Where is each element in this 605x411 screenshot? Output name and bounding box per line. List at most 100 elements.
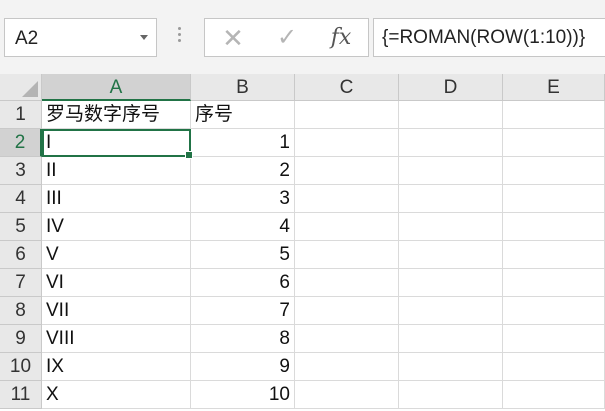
cell-e9[interactable] [503, 325, 605, 353]
row-header-1[interactable]: 1 [0, 101, 42, 129]
cell-e2[interactable] [503, 129, 605, 157]
cell-e8[interactable] [503, 297, 605, 325]
cell-value: 2 [279, 160, 290, 181]
formula-text: {=ROMAN(ROW(1:10))} [382, 27, 586, 48]
cell-c7[interactable] [295, 269, 399, 297]
select-all-button[interactable] [0, 74, 42, 101]
insert-function-icon[interactable]: fx [327, 24, 355, 52]
cell-a2[interactable]: I [42, 129, 191, 157]
cell-a11[interactable]: X [42, 381, 191, 409]
cell-b5[interactable]: 4 [191, 213, 295, 241]
cell-a1[interactable]: 罗马数字序号 [42, 101, 191, 129]
formula-input[interactable]: {=ROMAN(ROW(1:10))} [373, 18, 605, 57]
row-header-7[interactable]: 7 [0, 269, 42, 297]
cell-value: 3 [279, 188, 290, 209]
cell-d2[interactable] [399, 129, 503, 157]
cell-e3[interactable] [503, 157, 605, 185]
column-header-c[interactable]: C [295, 74, 399, 101]
cell-value: 序号 [195, 104, 234, 125]
column-header-d[interactable]: D [399, 74, 503, 101]
chevron-down-icon[interactable] [140, 35, 148, 40]
cell-b7[interactable]: 6 [191, 269, 295, 297]
row-header-8[interactable]: 8 [0, 297, 42, 325]
cell-c4[interactable] [295, 185, 399, 213]
cell-b1[interactable]: 序号 [191, 101, 295, 129]
cell-d7[interactable] [399, 269, 503, 297]
cell-value: IX [46, 356, 64, 377]
cell-value: IV [46, 216, 64, 237]
cell-c10[interactable] [295, 353, 399, 381]
cell-value: 10 [268, 384, 290, 405]
cell-c8[interactable] [295, 297, 399, 325]
cell-d6[interactable] [399, 241, 503, 269]
cell-b6[interactable]: 5 [191, 241, 295, 269]
cell-b8[interactable]: 7 [191, 297, 295, 325]
cell-e4[interactable] [503, 185, 605, 213]
cell-value: VIII [46, 328, 75, 349]
cell-d5[interactable] [399, 213, 503, 241]
row-header-11[interactable]: 11 [0, 381, 42, 409]
cell-a5[interactable]: IV [42, 213, 191, 241]
cell-d3[interactable] [399, 157, 503, 185]
row-header-9[interactable]: 9 [0, 325, 42, 353]
row-header-6[interactable]: 6 [0, 241, 42, 269]
cell-c11[interactable] [295, 381, 399, 409]
cell-e1[interactable] [503, 101, 605, 129]
cell-value: V [46, 244, 59, 265]
cell-value: VII [46, 300, 70, 321]
cell-e5[interactable] [503, 213, 605, 241]
cell-b3[interactable]: 2 [191, 157, 295, 185]
cell-a9[interactable]: VIII [42, 325, 191, 353]
name-box-value: A2 [15, 28, 39, 49]
cell-value: VI [46, 272, 64, 293]
cell-a4[interactable]: III [42, 185, 191, 213]
row-header-2[interactable]: 2 [0, 129, 42, 157]
cell-d1[interactable] [399, 101, 503, 129]
cell-b11[interactable]: 10 [191, 381, 295, 409]
cell-e6[interactable] [503, 241, 605, 269]
cell-a7[interactable]: VI [42, 269, 191, 297]
cell-d4[interactable] [399, 185, 503, 213]
cell-d9[interactable] [399, 325, 503, 353]
cell-value: 9 [279, 356, 290, 377]
cell-value: 5 [279, 244, 290, 265]
cell-c6[interactable] [295, 241, 399, 269]
cell-c5[interactable] [295, 213, 399, 241]
row-header-4[interactable]: 4 [0, 185, 42, 213]
cell-value: 6 [279, 272, 290, 293]
cell-value: I [46, 132, 52, 153]
cell-b4[interactable]: 3 [191, 185, 295, 213]
splitter-handle[interactable] [178, 27, 181, 45]
cell-b10[interactable]: 9 [191, 353, 295, 381]
cell-value: 1 [279, 132, 290, 153]
cell-d10[interactable] [399, 353, 503, 381]
cell-value: 4 [279, 216, 290, 237]
cell-value: 7 [279, 300, 290, 321]
column-header-b[interactable]: B [191, 74, 295, 101]
cell-c9[interactable] [295, 325, 399, 353]
cell-d11[interactable] [399, 381, 503, 409]
cell-b2[interactable]: 1 [191, 129, 295, 157]
column-header-a[interactable]: A [42, 74, 191, 101]
cell-value: X [46, 384, 59, 405]
row-header-3[interactable]: 3 [0, 157, 42, 185]
close-icon[interactable]: ✕ [219, 24, 247, 52]
column-header-e[interactable]: E [503, 74, 605, 101]
cell-b9[interactable]: 8 [191, 325, 295, 353]
row-header-5[interactable]: 5 [0, 213, 42, 241]
cell-e11[interactable] [503, 381, 605, 409]
cell-e7[interactable] [503, 269, 605, 297]
name-box[interactable]: A2 [4, 18, 157, 57]
cell-a8[interactable]: VII [42, 297, 191, 325]
cell-a10[interactable]: IX [42, 353, 191, 381]
cell-value: 8 [279, 328, 290, 349]
cell-a3[interactable]: II [42, 157, 191, 185]
row-header-10[interactable]: 10 [0, 353, 42, 381]
cell-c1[interactable] [295, 101, 399, 129]
cell-c2[interactable] [295, 129, 399, 157]
cell-e10[interactable] [503, 353, 605, 381]
check-icon[interactable]: ✓ [273, 24, 301, 52]
cell-d8[interactable] [399, 297, 503, 325]
cell-a6[interactable]: V [42, 241, 191, 269]
cell-c3[interactable] [295, 157, 399, 185]
